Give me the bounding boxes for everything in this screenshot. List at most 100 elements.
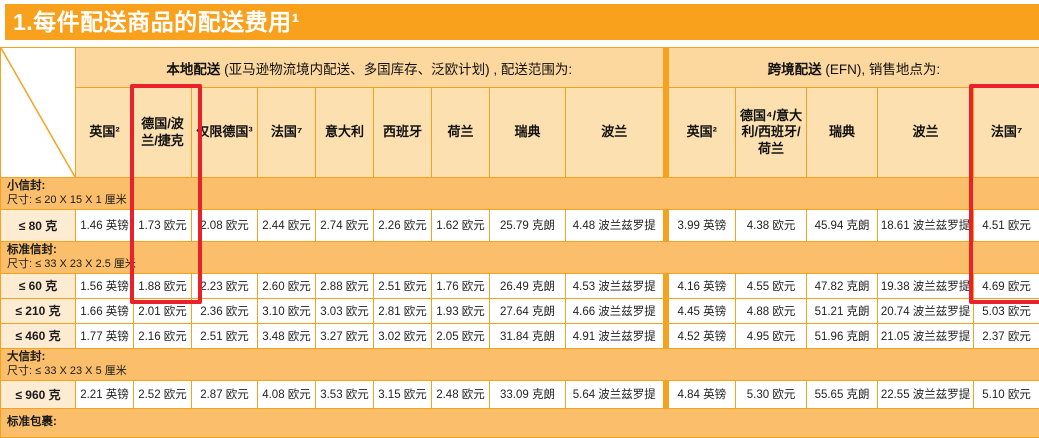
- col-header-pl-local: 波兰: [566, 88, 666, 178]
- fee-cell: 21.05 波兰兹罗提: [878, 323, 974, 348]
- diagonal-line-icon: [1, 48, 75, 177]
- section-row-small-envelope: 小信封: 尺寸: ≤ 20 X 15 X 1 厘米: [1, 178, 1039, 210]
- fee-cell: 4.51 欧元: [974, 209, 1039, 241]
- fee-cell: 2.21 英镑: [76, 380, 134, 408]
- section-row-large-envelope: 大信封: 尺寸: ≤ 33 X 23 X 5 厘米: [1, 348, 1039, 380]
- section-size: 尺寸: ≤ 33 X 23 X 2.5 厘米: [7, 258, 1033, 271]
- weight-cell: ≤ 80 克: [1, 209, 76, 241]
- section-name: 大信封:: [7, 351, 1033, 365]
- section-name: 标准包裹:: [7, 416, 1033, 430]
- fee-cell: 2.37 欧元: [974, 323, 1039, 348]
- fee-cell: 4.45 英镑: [666, 298, 736, 323]
- col-header-uk-local: 英国²: [76, 88, 134, 178]
- col-header-uk-efn: 英国²: [666, 88, 736, 178]
- weight-cell: ≤ 60 克: [1, 273, 76, 298]
- fee-cell: 4.69 欧元: [974, 273, 1039, 298]
- fee-cell: 4.95 欧元: [736, 323, 807, 348]
- fee-cell: 2.01 欧元: [134, 298, 192, 323]
- fee-cell: 4.52 英镑: [666, 323, 736, 348]
- weight-cell: ≤ 210 克: [1, 298, 76, 323]
- table-row: ≤ 60 克 1.56 英镑 1.88 欧元 2.23 欧元 2.60 欧元 2…: [1, 273, 1039, 298]
- fee-cell: 2.81 欧元: [374, 298, 432, 323]
- fee-cell: 4.08 欧元: [258, 380, 316, 408]
- fee-cell: 4.55 欧元: [736, 273, 807, 298]
- fee-cell: 2.51 欧元: [374, 273, 432, 298]
- efn-delivery-group-header: 跨境配送 (EFN), 销售地点为:: [666, 48, 1039, 88]
- fee-cell: 2.52 欧元: [134, 380, 192, 408]
- efn-delivery-scope-label: (EFN), 销售地点为:: [822, 62, 941, 77]
- fee-cell: 26.49 克朗: [490, 273, 566, 298]
- fee-cell: 3.53 欧元: [316, 380, 374, 408]
- weight-cell: ≤ 460 克: [1, 323, 76, 348]
- table-row: ≤ 210 克 1.66 英镑 2.01 欧元 2.36 欧元 3.10 欧元 …: [1, 298, 1039, 323]
- fee-cell: 3.10 欧元: [258, 298, 316, 323]
- weight-cell: ≤ 960 克: [1, 380, 76, 408]
- section-name: 小信封:: [7, 180, 1033, 194]
- local-delivery-group-header: 本地配送 (亚马逊物流境内配送、多国库存、泛欧计划) , 配送范围为:: [76, 48, 666, 88]
- fee-cell: 22.55 波兰兹罗提: [878, 380, 974, 408]
- fee-cell: 51.21 克朗: [807, 298, 878, 323]
- fee-cell: 4.84 英镑: [666, 380, 736, 408]
- fee-cell: 5.10 欧元: [974, 380, 1039, 408]
- fee-cell: 4.16 英镑: [666, 273, 736, 298]
- fee-cell: 2.88 欧元: [316, 273, 374, 298]
- fee-cell: 2.36 欧元: [192, 298, 258, 323]
- col-header-fr-local: 法国⁷: [258, 88, 316, 178]
- col-header-de-pl-cz-local: 德国/波兰/捷克: [134, 88, 192, 178]
- fee-cell: 2.48 欧元: [432, 380, 490, 408]
- section-name: 标准信封:: [7, 244, 1033, 258]
- fee-cell: 5.64 波兰兹罗提: [566, 380, 666, 408]
- fee-cell: 4.88 欧元: [736, 298, 807, 323]
- fee-cell: 2.60 欧元: [258, 273, 316, 298]
- fee-cell: 4.38 欧元: [736, 209, 807, 241]
- fee-cell: 1.66 英镑: [76, 298, 134, 323]
- page-title: 1.每件配送商品的配送费用¹: [5, 4, 1039, 40]
- section-row-standard-envelope: 标准信封: 尺寸: ≤ 33 X 23 X 2.5 厘米: [1, 241, 1039, 273]
- fee-cell: 5.30 欧元: [736, 380, 807, 408]
- fee-cell: 4.48 波兰兹罗提: [566, 209, 666, 241]
- fee-cell: 1.93 欧元: [432, 298, 490, 323]
- fee-cell: 51.96 克朗: [807, 323, 878, 348]
- fee-cell: 3.03 欧元: [316, 298, 374, 323]
- fee-cell: 2.26 欧元: [374, 209, 432, 241]
- fee-cell: 2.44 欧元: [258, 209, 316, 241]
- fee-cell: 2.16 欧元: [134, 323, 192, 348]
- fee-cell: 31.84 克朗: [490, 323, 566, 348]
- fee-cell: 25.79 克朗: [490, 209, 566, 241]
- fee-cell: 2.23 欧元: [192, 273, 258, 298]
- fee-cell: 1.77 英镑: [76, 323, 134, 348]
- local-delivery-scope-label: (亚马逊物流境内配送、多国库存、泛欧计划) , 配送范围为:: [220, 62, 572, 77]
- table-row: ≤ 460 克 1.77 英镑 2.16 欧元 2.51 欧元 3.48 欧元 …: [1, 323, 1039, 348]
- section-header-cell: 大信封: 尺寸: ≤ 33 X 23 X 5 厘米: [1, 348, 1039, 380]
- col-header-it-local: 意大利: [316, 88, 374, 178]
- fee-cell: 4.66 波兰兹罗提: [566, 298, 666, 323]
- col-header-nl-local: 荷兰: [432, 88, 490, 178]
- fee-cell: 19.38 波兰兹罗提: [878, 273, 974, 298]
- fee-cell: 3.27 欧元: [316, 323, 374, 348]
- col-header-se-local: 瑞典: [490, 88, 566, 178]
- shipping-fee-table: 本地配送 (亚马逊物流境内配送、多国库存、泛欧计划) , 配送范围为: 跨境配送…: [0, 47, 1039, 438]
- col-header-es-local: 西班牙: [374, 88, 432, 178]
- col-header-se-efn: 瑞典: [807, 88, 878, 178]
- fee-cell: 45.94 克朗: [807, 209, 878, 241]
- fee-cell: 2.87 欧元: [192, 380, 258, 408]
- local-delivery-label: 本地配送: [166, 62, 220, 77]
- table-row: ≤ 960 克 2.21 英镑 2.52 欧元 2.87 欧元 4.08 欧元 …: [1, 380, 1039, 408]
- fee-cell: 1.46 英镑: [76, 209, 134, 241]
- fee-cell: 2.08 欧元: [192, 209, 258, 241]
- fee-cell: 1.56 英镑: [76, 273, 134, 298]
- fee-cell: 2.51 欧元: [192, 323, 258, 348]
- col-header-de-it-es-nl-efn: 德国⁴/意大利/西班牙/荷兰: [736, 88, 807, 178]
- table-row: ≤ 80 克 1.46 英镑 1.73 欧元 2.08 欧元 2.44 欧元 2…: [1, 209, 1039, 241]
- section-header-cell: 标准包裹:: [1, 408, 1039, 437]
- fee-cell: 5.03 欧元: [974, 298, 1039, 323]
- section-header-cell: 标准信封: 尺寸: ≤ 33 X 23 X 2.5 厘米: [1, 241, 1039, 273]
- section-size: 尺寸: ≤ 33 X 23 X 5 厘米: [7, 365, 1033, 378]
- efn-delivery-label: 跨境配送: [768, 62, 822, 77]
- fee-cell: 3.15 欧元: [374, 380, 432, 408]
- section-header-cell: 小信封: 尺寸: ≤ 20 X 15 X 1 厘米: [1, 178, 1039, 210]
- fee-cell: 3.02 欧元: [374, 323, 432, 348]
- col-header-fr-efn: 法国⁷: [974, 88, 1039, 178]
- fee-cell: 33.09 克朗: [490, 380, 566, 408]
- group-header-row: 本地配送 (亚马逊物流境内配送、多国库存、泛欧计划) , 配送范围为: 跨境配送…: [1, 48, 1039, 88]
